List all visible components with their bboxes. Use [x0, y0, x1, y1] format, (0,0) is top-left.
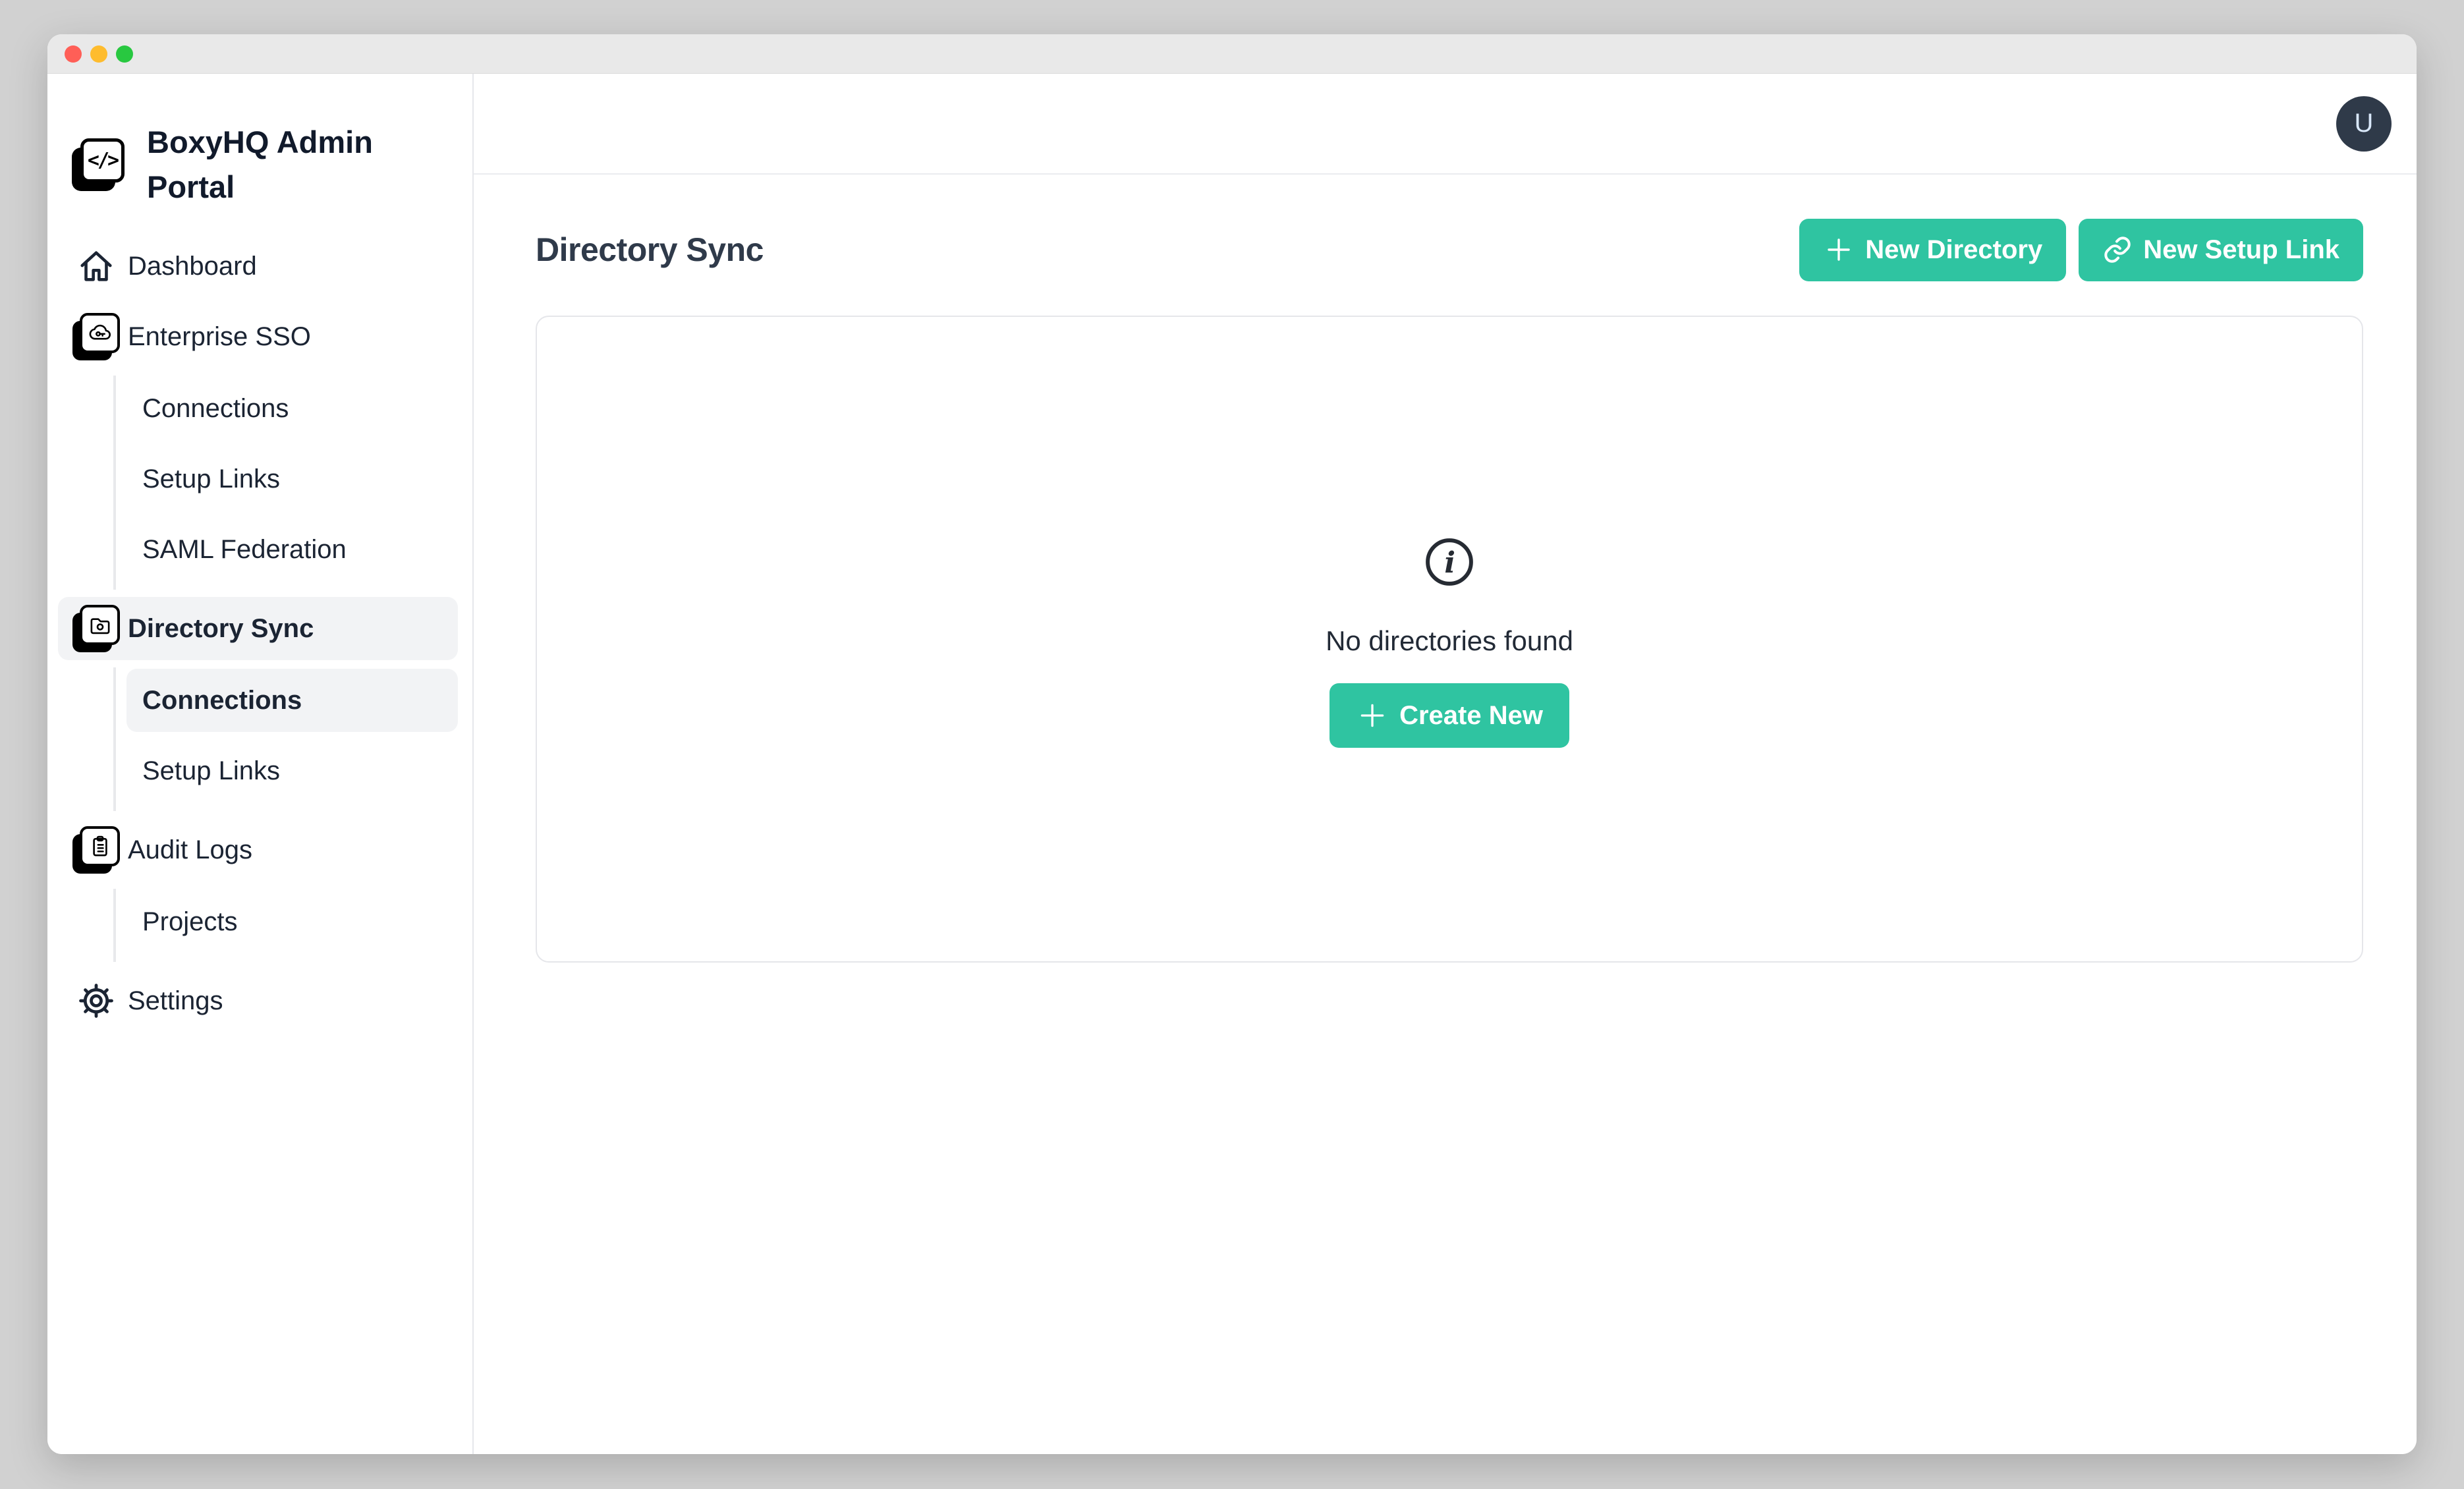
plus-icon	[1356, 699, 1389, 732]
top-header: U	[474, 74, 2417, 175]
button-label: New Setup Link	[2143, 235, 2339, 265]
app-title: BoxyHQ Admin Portal	[147, 120, 391, 210]
user-avatar[interactable]: U	[2336, 96, 2392, 152]
sso-subnav: Connections Setup Links SAML Federation	[113, 376, 458, 590]
sidebar-item-directory-sync[interactable]: Directory Sync	[58, 597, 458, 660]
sidebar-item-label: Dashboard	[128, 252, 257, 281]
empty-state-message: No directories found	[1326, 625, 1573, 657]
subitem-label: Connections	[142, 686, 302, 716]
gear-icon	[72, 977, 120, 1025]
window-titlebar	[47, 34, 2417, 74]
create-new-button[interactable]: Create New	[1330, 683, 1569, 748]
sidebar-item-label: Settings	[128, 986, 223, 1016]
subitem-label: Setup Links	[142, 464, 280, 494]
sidebar-item-label: Enterprise SSO	[128, 322, 311, 352]
sidebar: </> BoxyHQ Admin Portal	[47, 74, 474, 1454]
sidebar-item-audit-logs[interactable]: Audit Logs	[58, 818, 458, 882]
subitem-label: Projects	[142, 907, 238, 937]
minimize-window-icon[interactable]	[90, 45, 107, 63]
sidebar-item-label: Audit Logs	[128, 835, 252, 865]
close-window-icon[interactable]	[65, 45, 82, 63]
sidebar-subitem-projects[interactable]: Projects	[126, 890, 458, 953]
sidebar-item-settings[interactable]: Settings	[58, 969, 458, 1032]
new-setup-link-button[interactable]: New Setup Link	[2079, 219, 2363, 281]
new-directory-button[interactable]: New Directory	[1799, 219, 2066, 281]
link-icon	[2102, 235, 2133, 265]
sidebar-subitem-directory-setup-links[interactable]: Setup Links	[126, 739, 458, 802]
sso-cloud-key-keycap-icon	[72, 313, 120, 360]
sidebar-subitem-sso-connections[interactable]: Connections	[126, 377, 458, 440]
main-area: U Directory Sync New Directory	[474, 74, 2417, 1454]
button-label: Create New	[1399, 701, 1543, 731]
boxyhq-logo-icon: </>	[72, 138, 125, 191]
maximize-window-icon[interactable]	[116, 45, 133, 63]
home-icon	[72, 242, 120, 290]
subitem-label: Setup Links	[142, 756, 280, 786]
subitem-label: Connections	[142, 394, 289, 424]
sidebar-subitem-sso-setup-links[interactable]: Setup Links	[126, 447, 458, 511]
directory-folder-keycap-icon	[72, 605, 120, 652]
plus-icon	[1823, 234, 1855, 266]
sidebar-subitem-saml-federation[interactable]: SAML Federation	[126, 518, 458, 581]
page-actions: New Directory New Setup Link	[1799, 219, 2363, 281]
sidebar-item-enterprise-sso[interactable]: Enterprise SSO	[58, 305, 458, 368]
subitem-label: SAML Federation	[142, 535, 347, 565]
app-window: </> BoxyHQ Admin Portal	[47, 34, 2417, 1454]
app-logo[interactable]: </> BoxyHQ Admin Portal	[72, 120, 455, 210]
sidebar-item-label: Directory Sync	[128, 614, 314, 644]
button-label: New Directory	[1865, 235, 2042, 265]
info-icon: i	[1422, 534, 1477, 590]
avatar-initial: U	[2355, 109, 2374, 138]
sidebar-nav: Dashboard	[58, 235, 458, 1032]
audit-clipboard-keycap-icon	[72, 826, 120, 874]
sidebar-subitem-directory-connections[interactable]: Connections	[126, 669, 458, 732]
page-content: Directory Sync New Directory	[474, 175, 2417, 1454]
sidebar-item-dashboard[interactable]: Dashboard	[58, 235, 458, 298]
directory-sync-subnav: Connections Setup Links	[113, 667, 458, 811]
directories-empty-card: i No directories found Create New	[536, 316, 2363, 963]
audit-logs-subnav: Projects	[113, 889, 458, 962]
svg-text:i: i	[1444, 546, 1455, 580]
page-title: Directory Sync	[536, 231, 764, 269]
